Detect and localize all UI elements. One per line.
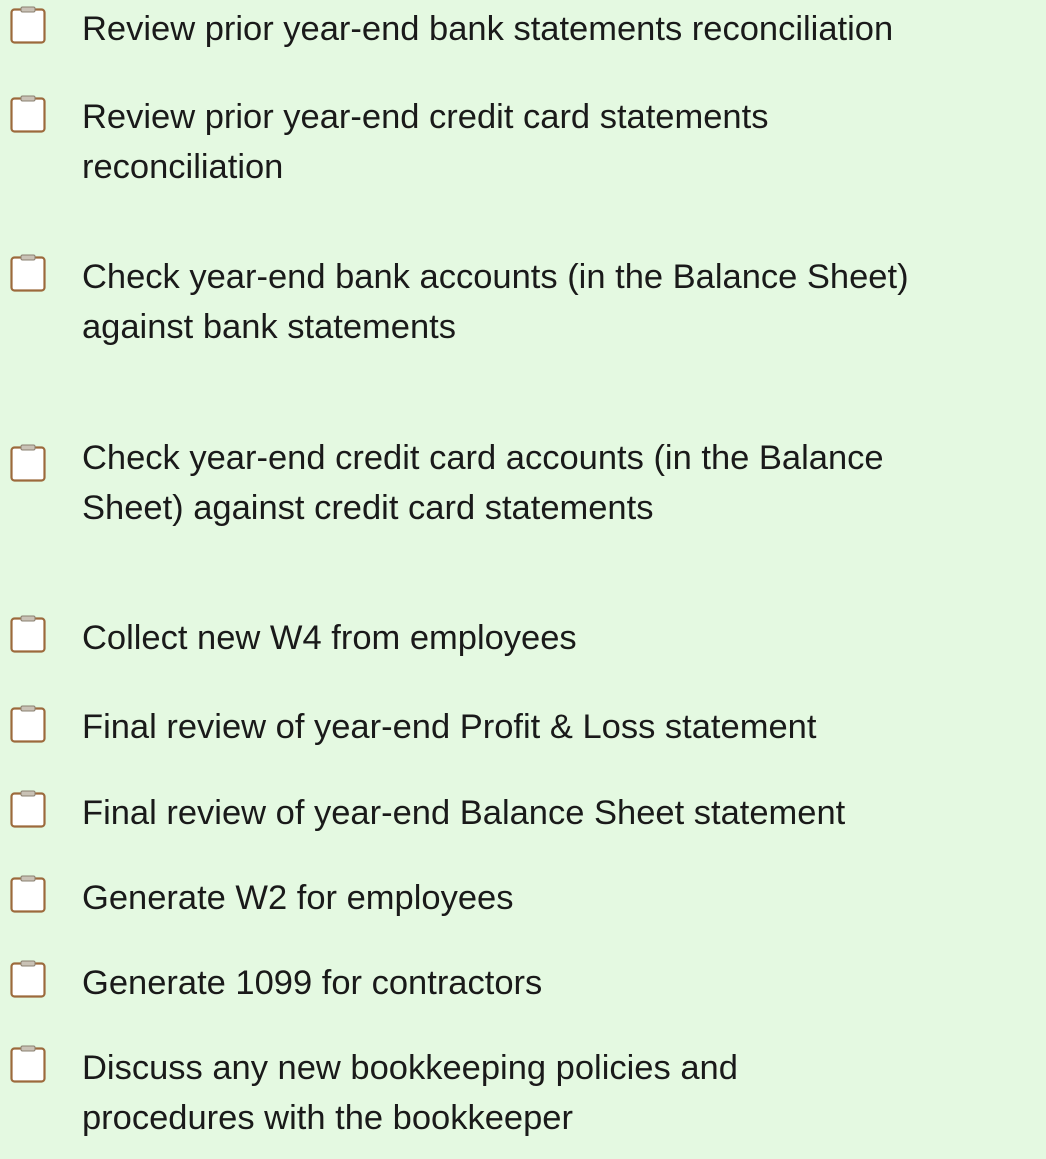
checklist-item[interactable]: Generate W2 for employees [0,865,1046,921]
clipboard-checkbox-icon[interactable] [10,254,46,292]
clipboard-checkbox-icon[interactable] [10,960,46,998]
clipboard-checkbox-icon[interactable] [10,705,46,743]
clipboard-checkbox-icon[interactable] [10,95,46,133]
checklist-item[interactable]: Check year-end credit card accounts (in … [0,420,1046,530]
checklist-item[interactable]: Final review of year-end Profit & Loss s… [0,695,1046,751]
checklist-item-label: Discuss any new bookkeeping policies and… [82,1049,738,1137]
checklist-item-label: Final review of year-end Profit & Loss s… [82,708,817,746]
clipboard-checkbox-icon[interactable] [10,615,46,653]
checklist-item-label: Generate 1099 for contractors [82,964,543,1002]
checklist-item-label: Check year-end credit card accounts (in … [82,439,884,527]
checklist-item[interactable]: Collect new W4 from employees [0,605,1046,661]
clipboard-checkbox-icon[interactable] [10,875,46,913]
checklist-item-label: Collect new W4 from employees [82,619,577,657]
checklist-item-label: Review prior year-end credit card statem… [82,98,769,186]
checklist-item-label: Review prior year-end bank statements re… [82,10,894,48]
checklist-item-label: Final review of year-end Balance Sheet s… [82,794,846,832]
checklist-item[interactable]: Review prior year-end credit card statem… [0,90,1046,200]
clipboard-checkbox-icon[interactable] [10,6,46,44]
checklist-item[interactable]: Review prior year-end bank statements re… [0,0,1046,56]
checklist-item[interactable]: Generate 1099 for contractors [0,950,1046,1006]
checklist-item-label: Check year-end bank accounts (in the Bal… [82,258,909,346]
checklist-item[interactable]: Check year-end bank accounts (in the Bal… [0,250,1046,360]
clipboard-checkbox-icon[interactable] [10,790,46,828]
year-end-checklist: Review prior year-end bank statements re… [0,0,1046,1159]
checklist-item[interactable]: Final review of year-end Balance Sheet s… [0,780,1046,836]
clipboard-checkbox-icon[interactable] [10,1045,46,1083]
checklist-item[interactable]: Discuss any new bookkeeping policies and… [0,1035,1046,1155]
checklist-item-label: Generate W2 for employees [82,879,514,917]
clipboard-checkbox-icon[interactable] [10,444,46,482]
